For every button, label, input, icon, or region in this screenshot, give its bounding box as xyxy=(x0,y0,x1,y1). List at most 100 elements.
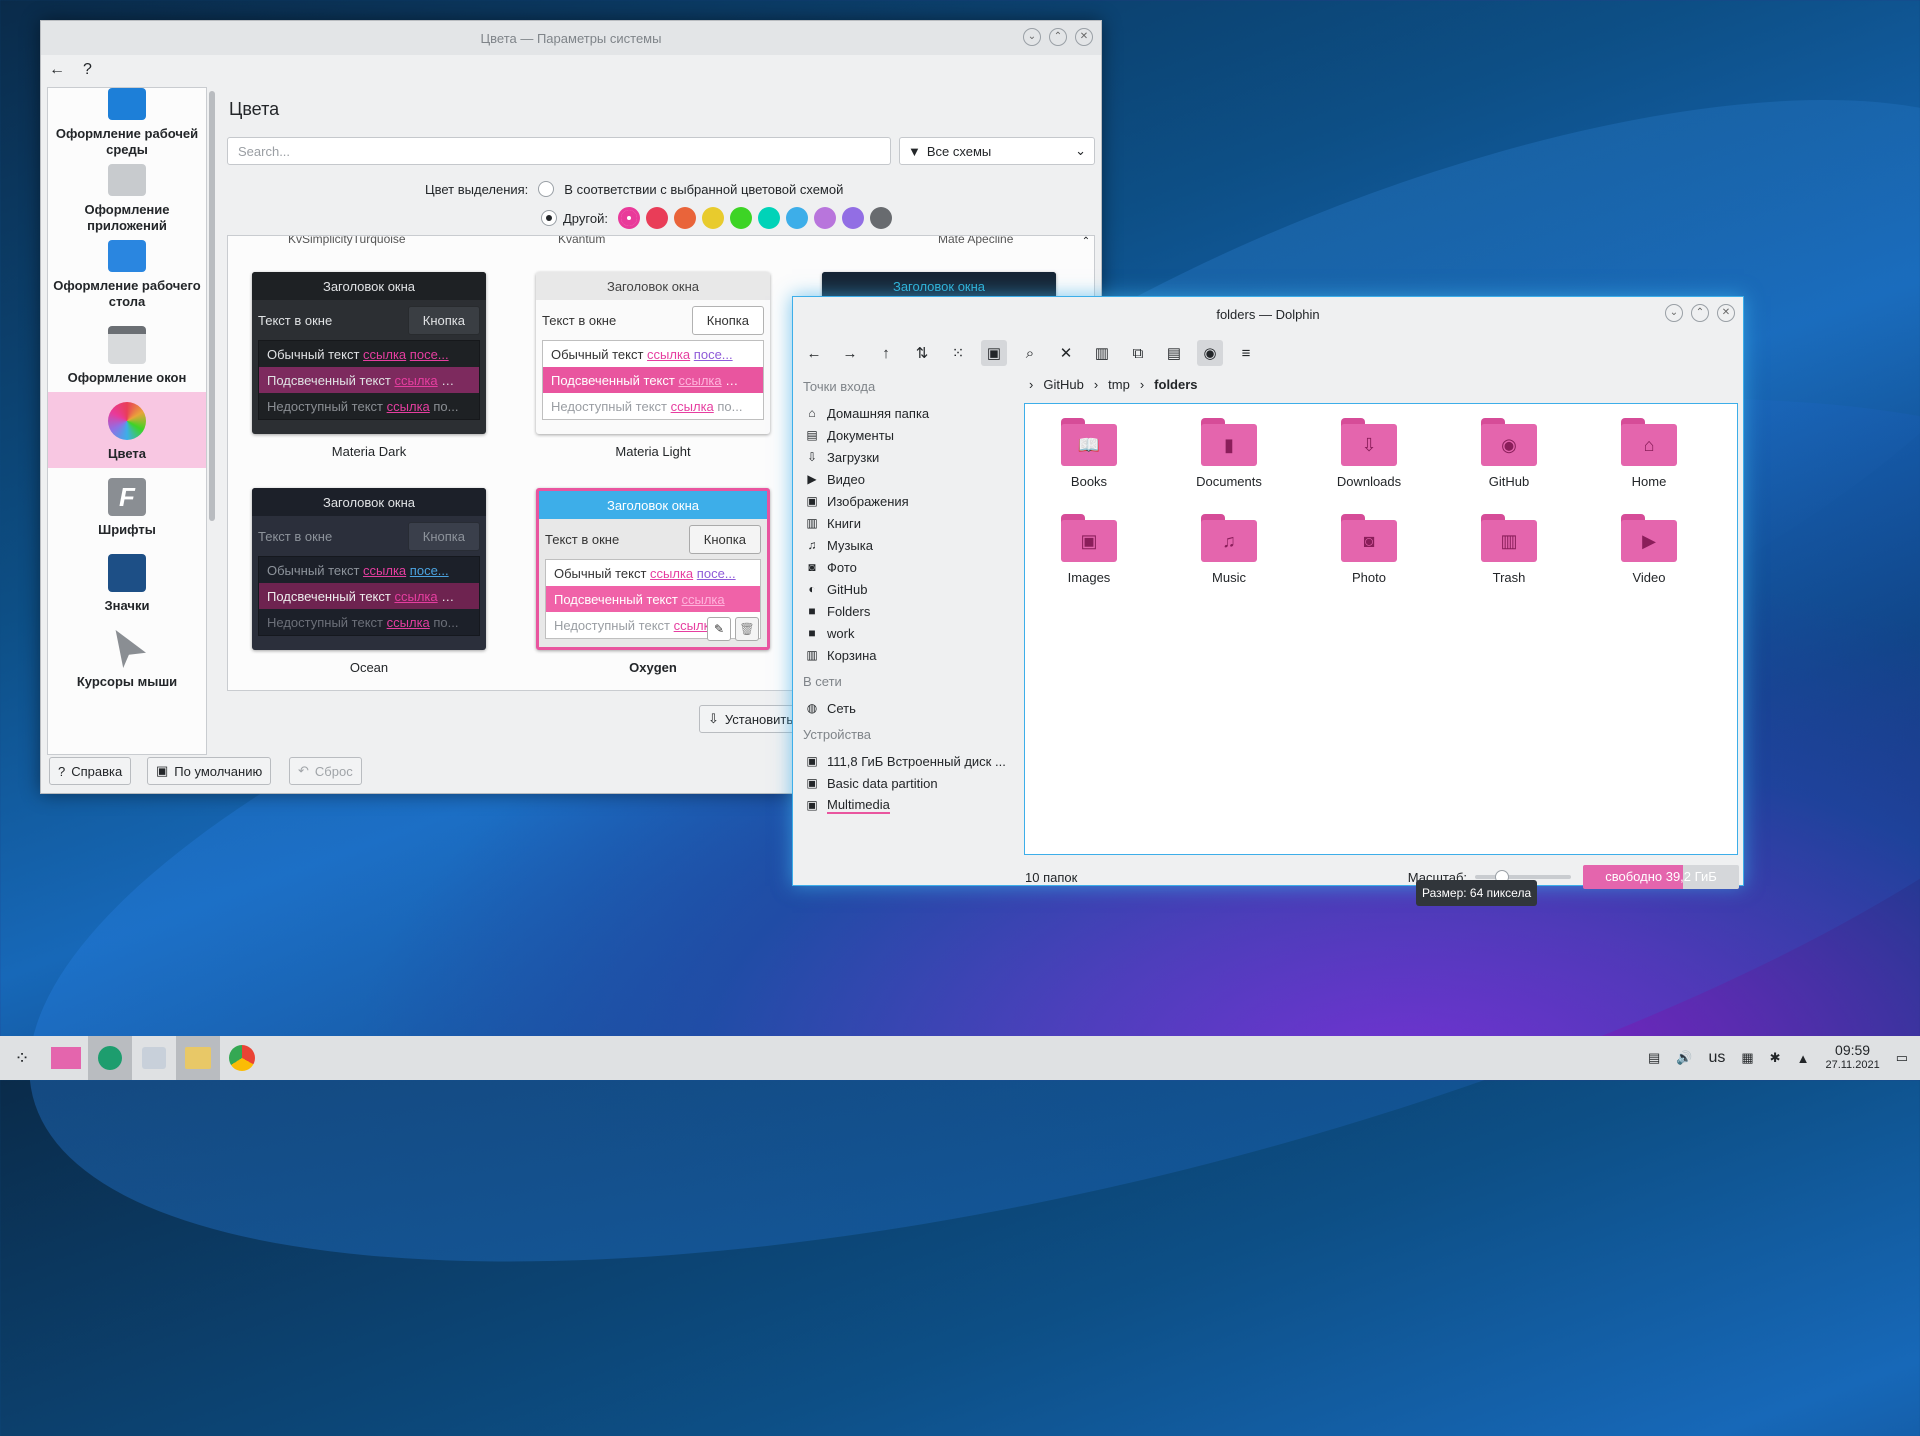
eye-icon[interactable]: ◉ xyxy=(1197,340,1223,366)
sidebar-item-icons[interactable]: Значки xyxy=(48,544,206,620)
place-item[interactable]: ▣ Изображения xyxy=(799,490,1017,512)
discover-task[interactable] xyxy=(132,1036,176,1080)
accent-swatch[interactable] xyxy=(645,207,668,229)
accent-swatch[interactable] xyxy=(813,207,836,229)
place-item[interactable]: ▥ Книги xyxy=(799,512,1017,534)
accent-swatch[interactable] xyxy=(729,207,752,229)
scheme-filter-dropdown[interactable]: ▼ Все схемы ⌄ xyxy=(899,137,1095,165)
folder-item[interactable]: ◉ GitHub xyxy=(1449,418,1569,489)
search-input[interactable]: Search... xyxy=(227,137,891,165)
accent-swatch[interactable] xyxy=(869,207,892,229)
device-item[interactable]: ▣ 111,8 ГиБ Встроенный диск ... xyxy=(799,750,1017,772)
folder-item[interactable]: ▶ Video xyxy=(1589,514,1709,585)
maximize-button[interactable]: ⌃ xyxy=(1691,304,1709,322)
place-item[interactable]: ▥ Корзина xyxy=(799,644,1017,666)
delete-icon[interactable]: 🗑 xyxy=(735,617,759,641)
accent-swatch[interactable] xyxy=(841,207,864,229)
edit-icon[interactable]: ✎ xyxy=(707,617,731,641)
place-item[interactable]: ◐ GitHub xyxy=(799,578,1017,600)
app-launcher-icon[interactable]: ⁘ xyxy=(0,1036,44,1080)
defaults-button[interactable]: ▣ По умолчанию xyxy=(147,757,272,785)
scheme-card-ocean[interactable]: Заголовок окна Текст в окне Кнопка Обычны… xyxy=(252,488,486,650)
chrome-task[interactable] xyxy=(220,1036,264,1080)
menu-icon[interactable]: ≡ xyxy=(1233,340,1259,366)
place-item[interactable]: ⌂ Домашняя папка xyxy=(799,402,1017,424)
trash-icon[interactable]: ▥ xyxy=(1089,340,1115,366)
sidebar-item-workspace[interactable]: Оформление рабочего стола xyxy=(48,240,206,316)
minimize-button[interactable]: ⌄ xyxy=(1023,28,1041,46)
place-item[interactable]: ▶ Видео xyxy=(799,468,1017,490)
delete-icon[interactable]: ✕ xyxy=(1053,340,1079,366)
folder-item[interactable]: ◙ Photo xyxy=(1309,514,1429,585)
place-item[interactable]: ▤ Документы xyxy=(799,424,1017,446)
folder-item[interactable]: ▥ Trash xyxy=(1449,514,1569,585)
breadcrumb-item[interactable]: tmp xyxy=(1108,377,1130,392)
sidebar-scrollbar[interactable] xyxy=(207,87,217,755)
close-button[interactable]: ✕ xyxy=(1717,304,1735,322)
compare-icon[interactable]: ⧉ xyxy=(1125,340,1151,366)
place-item[interactable]: ◙ Фото xyxy=(799,556,1017,578)
chevron-right-icon: › xyxy=(1029,377,1034,392)
pager-icon[interactable] xyxy=(44,1036,88,1080)
sidebar-item-fonts[interactable]: F Шрифты xyxy=(48,468,206,544)
folder-item[interactable]: ▣ Images xyxy=(1029,514,1149,585)
folder-item[interactable]: 📖 Books xyxy=(1029,418,1149,489)
close-button[interactable]: ✕ xyxy=(1075,28,1093,46)
place-item[interactable]: ■ Folders xyxy=(799,600,1017,622)
place-item[interactable]: ■ work xyxy=(799,622,1017,644)
system-settings-task[interactable] xyxy=(88,1036,132,1080)
show-desktop-icon[interactable]: ▭ xyxy=(1896,1050,1908,1066)
clipboard-icon[interactable]: ▤ xyxy=(1648,1050,1660,1066)
accent-radio-custom[interactable] xyxy=(541,210,557,226)
sidebar-item-desktop-theme[interactable]: Оформление рабочей среды xyxy=(48,88,206,164)
sort-icon[interactable]: ⇅ xyxy=(909,340,935,366)
device-item[interactable]: ▣ Basic data partition xyxy=(799,772,1017,794)
breadcrumb-item[interactable]: GitHub xyxy=(1043,377,1083,392)
accent-swatch[interactable] xyxy=(617,207,640,229)
maximize-button[interactable]: ⌃ xyxy=(1049,28,1067,46)
bluetooth-icon[interactable]: ✱ xyxy=(1770,1050,1781,1066)
network-icon[interactable]: ▦ xyxy=(1741,1050,1753,1066)
up-icon[interactable]: ↑ xyxy=(873,340,899,366)
scheme-card-materia-dark[interactable]: Заголовок окна Текст в окне Кнопка Обычны… xyxy=(252,272,486,434)
folder-item[interactable]: ▮ Documents xyxy=(1169,418,1289,489)
search-icon[interactable]: ⌕ xyxy=(1017,340,1043,366)
help-button[interactable]: ? xyxy=(83,61,92,79)
scheme-card-oxygen[interactable]: Заголовок окна Текст в окне Кнопка Обычны… xyxy=(536,488,770,650)
scheme-card-materia-light[interactable]: Заголовок окна Текст в окне Кнопка Обычны… xyxy=(536,272,770,434)
sidebar-item-window-decor[interactable]: Оформление окон xyxy=(48,316,206,392)
back-button[interactable]: ← xyxy=(49,61,65,79)
clock[interactable]: 09:59 27.11.2021 xyxy=(1825,1043,1879,1073)
volume-icon[interactable]: 🔊 xyxy=(1676,1050,1692,1066)
folder-item[interactable]: ⌂ Home xyxy=(1589,418,1709,489)
terminal-icon[interactable]: ▤ xyxy=(1161,340,1187,366)
help-dialog-button[interactable]: ? Справка xyxy=(49,757,132,785)
back-icon[interactable]: ← xyxy=(801,340,827,366)
place-item[interactable]: ♫ Музыка xyxy=(799,534,1017,556)
drive-icon: ▣ xyxy=(806,798,818,812)
accent-swatch[interactable] xyxy=(673,207,696,229)
reset-button[interactable]: ↶ Сброс xyxy=(289,757,362,785)
place-item[interactable]: ◍ Сеть xyxy=(799,697,1017,719)
accent-swatch[interactable] xyxy=(701,207,724,229)
zoom-slider[interactable] xyxy=(1475,870,1571,884)
folder-item[interactable]: ♫ Music xyxy=(1169,514,1289,585)
sidebar-item-colors[interactable]: Цвета xyxy=(48,392,206,468)
preview-view-icon[interactable]: ▣ xyxy=(981,340,1007,366)
device-item[interactable]: ▣ Multimedia xyxy=(799,794,1017,816)
icons-view-icon[interactable]: ⁙ xyxy=(945,340,971,366)
sidebar-item-cursors[interactable]: Курсоры мыши xyxy=(48,620,206,696)
forward-icon[interactable]: → xyxy=(837,340,863,366)
accent-swatch[interactable] xyxy=(757,207,780,229)
dolphin-task[interactable] xyxy=(176,1036,220,1080)
keyboard-layout[interactable]: us xyxy=(1708,1049,1725,1067)
tray-expand-icon[interactable]: ▲ xyxy=(1797,1051,1810,1066)
sidebar-item-app-style[interactable]: Оформление приложений xyxy=(48,164,206,240)
place-item[interactable]: ⇩ Загрузки xyxy=(799,446,1017,468)
breadcrumb-item[interactable]: folders xyxy=(1154,377,1197,392)
free-space-bar[interactable]: свободно 39,2 ГиБ xyxy=(1583,865,1739,889)
minimize-button[interactable]: ⌄ xyxy=(1665,304,1683,322)
folder-item[interactable]: ⇩ Downloads xyxy=(1309,418,1429,489)
accent-swatch[interactable] xyxy=(785,207,808,229)
accent-radio-scheme[interactable] xyxy=(538,181,555,197)
